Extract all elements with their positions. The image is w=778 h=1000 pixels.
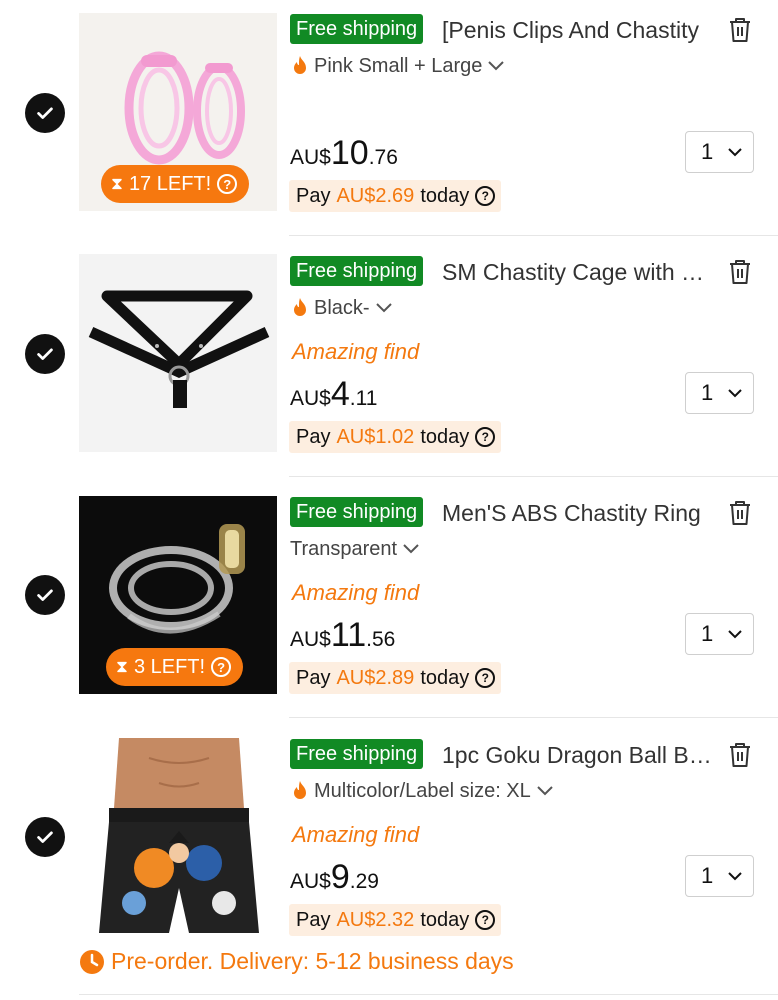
pay-today-box: Pay AU$2.32 today ? (289, 904, 502, 936)
divider (289, 235, 778, 236)
clock-icon (80, 949, 104, 974)
chevron-down-icon (488, 61, 505, 71)
trash-icon[interactable] (727, 16, 753, 44)
variant-selector[interactable]: Pink Small + Large (290, 53, 505, 79)
chevron-down-icon (728, 389, 742, 398)
quantity-select[interactable]: 1 (685, 855, 754, 897)
free-shipping-badge: Free shipping (290, 739, 424, 769)
select-checkbox[interactable] (25, 334, 65, 374)
trash-icon[interactable] (727, 741, 753, 769)
divider (289, 717, 778, 718)
flame-icon (294, 781, 306, 799)
chevron-down-icon (728, 148, 742, 157)
amazing-find-label: Amazing find (292, 822, 420, 847)
cart-item: ⧗ 3 LEFT! ? Free shipping Men'S ABS Chas… (0, 482, 778, 723)
trash-icon[interactable] (727, 258, 753, 286)
variant-selector[interactable]: Multicolor/Label size: XL (290, 778, 554, 804)
chevron-down-icon (728, 872, 742, 881)
variant-selector[interactable]: Transparent (290, 536, 420, 562)
amazing-find-label: Amazing find (292, 580, 420, 605)
product-image[interactable]: ⧗ 3 LEFT! ? (79, 496, 277, 694)
cart-item: ⧗ 17 LEFT! ? Free shipping [Penis Clips … (0, 0, 778, 241)
question-icon[interactable]: ? (211, 657, 232, 677)
free-shipping-badge: Free shipping (290, 256, 424, 286)
divider (79, 994, 778, 995)
preorder-notice: Pre-order. Delivery: 5-12 business days (79, 948, 514, 975)
chevron-down-icon (728, 630, 742, 639)
price: AU$10.76 (290, 134, 398, 172)
check-icon (37, 107, 53, 119)
product-image[interactable] (79, 254, 277, 452)
free-shipping-badge: Free shipping (290, 14, 424, 44)
cart-item: Free shipping 1pc Goku Dragon Ball Boxer… (0, 723, 778, 964)
chevron-down-icon (403, 544, 419, 554)
question-icon[interactable]: ? (475, 427, 496, 447)
flame-icon (294, 298, 306, 316)
amazing-find-label: Amazing find (292, 339, 420, 364)
stock-badge: ⧗ 17 LEFT! ? (101, 165, 250, 203)
product-title[interactable]: SM Chastity Cage with Straps (442, 257, 718, 287)
free-shipping-badge: Free shipping (290, 497, 424, 527)
check-icon (37, 589, 53, 601)
check-icon (37, 831, 53, 843)
divider (289, 476, 778, 477)
question-icon[interactable]: ? (475, 668, 496, 688)
question-icon[interactable]: ? (217, 174, 238, 194)
cart-item: Free shipping SM Chastity Cage with Stra… (0, 241, 778, 482)
select-checkbox[interactable] (25, 817, 65, 857)
chevron-down-icon (375, 303, 392, 313)
product-image[interactable]: ⧗ 17 LEFT! ? (79, 13, 277, 211)
pay-today-box: Pay AU$1.02 today ? (289, 421, 502, 453)
chevron-down-icon (537, 786, 553, 796)
product-title[interactable]: [Penis Clips And Chastity (442, 15, 718, 45)
trash-icon[interactable] (727, 499, 753, 527)
hourglass-icon: ⧗ (116, 657, 128, 676)
select-checkbox[interactable] (25, 93, 65, 133)
product-title[interactable]: 1pc Goku Dragon Ball Boxer (442, 740, 718, 770)
product-image[interactable] (79, 738, 277, 936)
question-icon[interactable]: ? (475, 186, 496, 206)
hourglass-icon: ⧗ (111, 174, 123, 193)
price: AU$4.11 (290, 375, 378, 413)
product-title[interactable]: Men'S ABS Chastity Ring (442, 498, 718, 528)
price: AU$11.56 (290, 616, 396, 654)
price: AU$9.29 (290, 858, 379, 896)
flame-icon (294, 56, 306, 74)
quantity-select[interactable]: 1 (685, 372, 754, 414)
stock-badge: ⧗ 3 LEFT! ? (106, 648, 244, 686)
quantity-select[interactable]: 1 (685, 131, 754, 173)
check-icon (37, 348, 53, 360)
select-checkbox[interactable] (25, 575, 65, 615)
variant-selector[interactable]: Black- (290, 295, 393, 321)
question-icon[interactable]: ? (475, 910, 496, 930)
quantity-select[interactable]: 1 (685, 613, 754, 655)
pay-today-box: Pay AU$2.69 today ? (289, 180, 502, 212)
pay-today-box: Pay AU$2.89 today ? (289, 662, 502, 694)
